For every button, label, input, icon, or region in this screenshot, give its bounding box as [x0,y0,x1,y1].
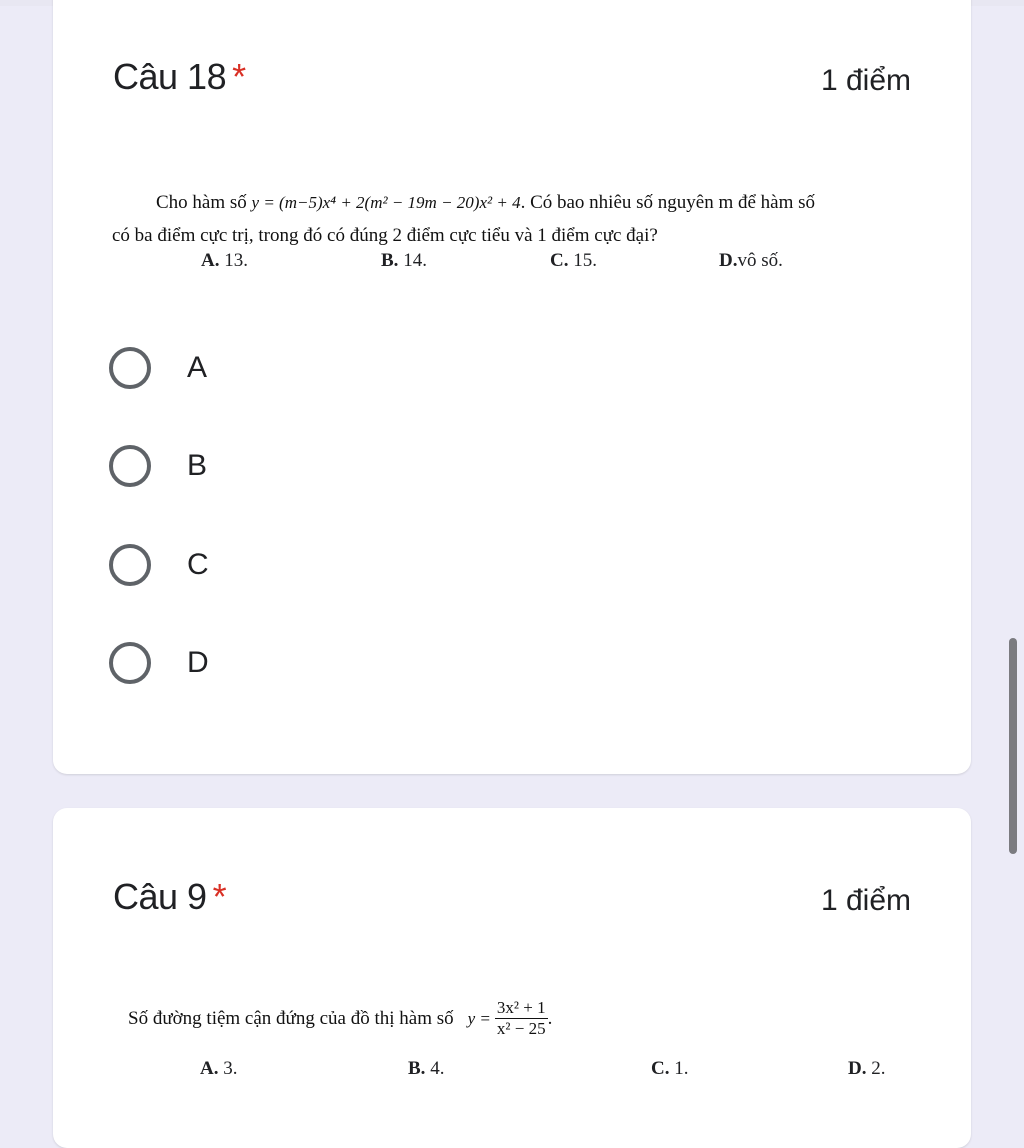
problem-text: Số đường tiệm cận đứng của đồ thị hàm số [128,1007,454,1029]
question-title: Câu 9 * [113,876,227,918]
problem-text-prefix: Cho hàm số [156,192,247,213]
required-asterisk: * [212,876,227,917]
answer-c: C. 15. [550,250,597,271]
option-a[interactable]: A [109,338,409,398]
formula-fraction: 3x² + 1 x² − 25 [494,998,548,1039]
answer-choices-row: A. 3. B. 4. C. 1. D. 2. [53,1058,971,1082]
radio-button[interactable] [109,347,151,389]
fraction-numerator: 3x² + 1 [494,998,548,1019]
question-card-9: Câu 9 * 1 điểm Số đường tiệm cận đứng của… [53,808,971,1148]
required-asterisk: * [232,56,246,97]
answer-b: B. 14. [381,250,427,271]
question-title-text: Câu 9 [113,876,207,917]
question-title: Câu 18 * [113,56,246,98]
fraction-denominator: x² − 25 [496,1019,546,1038]
question-points: 1 điểm [820,64,911,97]
answer-a: A. 13. [201,250,248,271]
option-label: B [187,449,208,482]
formula-lhs: y = [467,1008,491,1028]
answer-b: B. 4. [408,1058,445,1079]
option-b[interactable]: B [109,436,409,496]
answer-c: C. 1. [651,1058,689,1079]
answer-a: A. 3. [200,1058,238,1079]
option-label: C [187,548,209,581]
problem-text-suffix: . Có bao nhiêu số nguyên m để hàm số [520,192,816,213]
question-card-18: Câu 18 * 1 điểm Cho hàm số y = (m−5)x⁴ + … [53,0,971,774]
option-label: A [187,351,208,384]
radio-button[interactable] [109,544,151,586]
scrollbar-thumb[interactable] [1009,638,1017,854]
answer-d: D. 2. [848,1058,886,1079]
radio-button[interactable] [109,642,151,684]
answer-choices-row: A. 13. B. 14. C. 15. D.vô số. [53,250,971,274]
option-d[interactable]: D [109,633,409,693]
question-title-text: Câu 18 [113,56,227,97]
problem-line-2: có ba điểm cực trị, trong đó có đúng 2 đ… [112,225,658,246]
answer-d: D.vô số. [719,250,783,271]
radio-button[interactable] [109,445,151,487]
problem-line-1: Cho hàm số y = (m−5)x⁴ + 2(m² − 19m − 20… [156,192,815,214]
problem-line-1: Số đường tiệm cận đứng của đồ thị hàm số… [128,998,552,1039]
option-c[interactable]: C [109,535,409,595]
formula-end: . [547,1007,553,1029]
problem-formula: y = (m−5)x⁴ + 2(m² − 19m − 20)x² + 4 [251,193,521,212]
option-label: D [187,646,209,679]
question-points: 1 điểm [820,884,911,917]
